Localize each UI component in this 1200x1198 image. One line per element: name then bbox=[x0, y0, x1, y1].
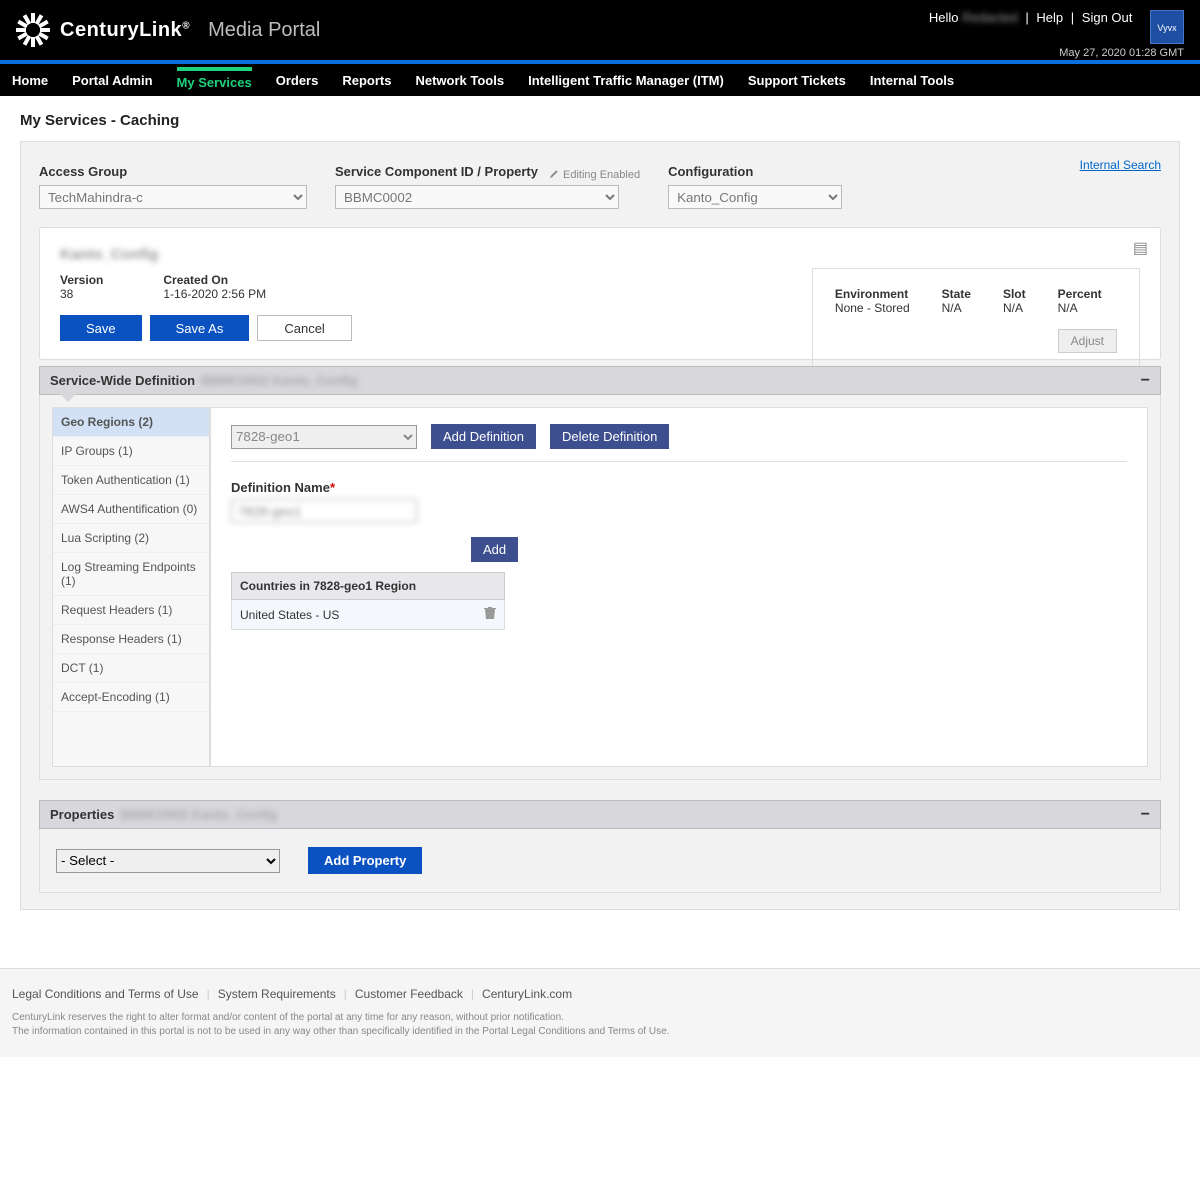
nav-internal-tools[interactable]: Internal Tools bbox=[870, 73, 954, 88]
collapse-icon[interactable]: − bbox=[1141, 372, 1150, 390]
tab-geo-regions-[interactable]: Geo Regions (2) bbox=[53, 408, 209, 437]
save-button[interactable]: Save bbox=[60, 315, 142, 341]
username: Redacted bbox=[962, 10, 1018, 25]
brand-text: CenturyLink® bbox=[60, 19, 190, 42]
created-label: Created On bbox=[163, 273, 266, 287]
tab-accept-encoding-[interactable]: Accept-Encoding (1) bbox=[53, 683, 209, 712]
properties-body: - Select - Add Property bbox=[39, 829, 1161, 893]
adjust-button[interactable]: Adjust bbox=[1058, 329, 1117, 353]
country-name: United States - US bbox=[240, 608, 339, 622]
tab-aws-authentification-[interactable]: AWS4 Authentification (0) bbox=[53, 495, 209, 524]
country-row: United States - US bbox=[231, 600, 505, 630]
vyvx-badge: Vyvx bbox=[1150, 10, 1184, 44]
slot-label: Slot bbox=[1003, 287, 1026, 301]
footer: Legal Conditions and Terms of Use|System… bbox=[0, 968, 1200, 1057]
service-wide-def-bar[interactable]: Service-Wide Definition BBMC0002 Kanto_C… bbox=[39, 366, 1161, 395]
definition-select[interactable]: 7828-geo1 bbox=[231, 425, 417, 449]
config-card: ▤ Kanto_Config Version 38 Created On 1-1… bbox=[39, 227, 1161, 360]
slot-value: N/A bbox=[1003, 301, 1026, 315]
nav-intelligent-traffic-manager-itm-[interactable]: Intelligent Traffic Manager (ITM) bbox=[528, 73, 724, 88]
access-group-label: Access Group bbox=[39, 164, 307, 179]
definition-name-label: Definition Name* bbox=[231, 480, 335, 495]
footer-link[interactable]: Customer Feedback bbox=[355, 987, 463, 1001]
scid-select[interactable]: BBMC0002 bbox=[335, 185, 619, 209]
nav-reports[interactable]: Reports bbox=[342, 73, 391, 88]
disclaimer-1: CenturyLink reserves the right to alter … bbox=[12, 1011, 1188, 1025]
nav-portal-admin[interactable]: Portal Admin bbox=[72, 73, 152, 88]
state-value: N/A bbox=[942, 301, 971, 315]
tab-token-authentication-[interactable]: Token Authentication (1) bbox=[53, 466, 209, 495]
delete-definition-button[interactable]: Delete Definition bbox=[550, 424, 669, 449]
config-label: Configuration bbox=[668, 164, 842, 179]
def-content: 7828-geo1 Add Definition Delete Definiti… bbox=[210, 407, 1148, 767]
add-property-button[interactable]: Add Property bbox=[308, 847, 422, 874]
portal-name: Media Portal bbox=[208, 19, 320, 42]
side-tabs: Geo Regions (2)IP Groups (1)Token Authen… bbox=[52, 407, 210, 767]
tab-response-headers-[interactable]: Response Headers (1) bbox=[53, 625, 209, 654]
nav-orders[interactable]: Orders bbox=[276, 73, 319, 88]
tab-ip-groups-[interactable]: IP Groups (1) bbox=[53, 437, 209, 466]
nav-my-services[interactable]: My Services bbox=[177, 67, 252, 90]
topbar: CenturyLink® Media Portal Hello Redacted… bbox=[0, 0, 1200, 60]
footer-link[interactable]: System Requirements bbox=[218, 987, 336, 1001]
tab-dct-[interactable]: DCT (1) bbox=[53, 654, 209, 683]
created-value: 1-16-2020 2:56 PM bbox=[163, 287, 266, 301]
env-box: Environment None - Stored State N/A Slot… bbox=[812, 268, 1140, 368]
state-label: State bbox=[942, 287, 971, 301]
footer-link[interactable]: CenturyLink.com bbox=[482, 987, 572, 1001]
trash-icon[interactable] bbox=[484, 606, 496, 623]
properties-bar[interactable]: Properties BBMC0002 Kanto_Config − bbox=[39, 800, 1161, 829]
definition-name-input[interactable] bbox=[231, 499, 417, 523]
section-title: Service-Wide Definition bbox=[50, 373, 195, 388]
access-group-select[interactable]: TechMahindra-c bbox=[39, 185, 307, 209]
greeting-text: Hello bbox=[929, 10, 959, 25]
save-as-button[interactable]: Save As bbox=[150, 315, 250, 341]
config-select[interactable]: Kanto_Config bbox=[668, 185, 842, 209]
edit-icon bbox=[548, 169, 559, 180]
navbar: Home Portal Admin My Services Orders Reports… bbox=[0, 60, 1200, 96]
tab-request-headers-[interactable]: Request Headers (1) bbox=[53, 596, 209, 625]
collapse-icon[interactable]: − bbox=[1141, 806, 1150, 824]
config-name: Kanto_Config bbox=[60, 246, 1140, 263]
tab-log-streaming-endpoints-[interactable]: Log Streaming Endpoints (1) bbox=[53, 553, 209, 596]
help-link[interactable]: Help bbox=[1036, 10, 1063, 25]
editing-enabled: Editing Enabled bbox=[548, 169, 640, 181]
env-value: None - Stored bbox=[835, 301, 910, 315]
page-title: My Services - Caching bbox=[20, 112, 1180, 129]
signout-link[interactable]: Sign Out bbox=[1082, 10, 1133, 25]
nav-support-tickets[interactable]: Support Tickets bbox=[748, 73, 846, 88]
logo-area: CenturyLink® Media Portal bbox=[16, 13, 320, 47]
add-button[interactable]: Add bbox=[471, 537, 518, 562]
tab-lua-scripting-[interactable]: Lua Scripting (2) bbox=[53, 524, 209, 553]
version-label: Version bbox=[60, 273, 103, 287]
properties-title: Properties bbox=[50, 807, 114, 822]
main-panel: Internal Search Access Group TechMahindr… bbox=[20, 141, 1180, 910]
nav-home[interactable]: Home bbox=[12, 73, 48, 88]
internal-search-link[interactable]: Internal Search bbox=[1080, 158, 1161, 172]
service-wide-def-body: Geo Regions (2)IP Groups (1)Token Authen… bbox=[39, 395, 1161, 780]
top-right: Hello Redacted | Help | Sign Out Vyvx Ma… bbox=[929, 10, 1184, 59]
cancel-button[interactable]: Cancel bbox=[257, 315, 351, 341]
brand-icon bbox=[16, 13, 50, 47]
disclaimer-2: The information contained in this portal… bbox=[12, 1025, 1188, 1039]
percent-label: Percent bbox=[1058, 287, 1117, 301]
footer-link[interactable]: Legal Conditions and Terms of Use bbox=[12, 987, 199, 1001]
scid-label: Service Component ID / Property bbox=[335, 164, 538, 179]
version-value: 38 bbox=[60, 287, 103, 301]
properties-redacted: BBMC0002 Kanto_Config bbox=[120, 807, 277, 822]
timestamp: May 27, 2020 01:28 GMT bbox=[929, 47, 1184, 59]
percent-value: N/A bbox=[1058, 301, 1117, 315]
section-redacted: BBMC0002 Kanto_Config bbox=[201, 373, 358, 388]
countries-header: Countries in 7828-geo1 Region bbox=[231, 572, 505, 600]
add-definition-button[interactable]: Add Definition bbox=[431, 424, 536, 449]
properties-select[interactable]: - Select - bbox=[56, 849, 280, 873]
nav-network-tools[interactable]: Network Tools bbox=[415, 73, 504, 88]
env-label: Environment bbox=[835, 287, 910, 301]
